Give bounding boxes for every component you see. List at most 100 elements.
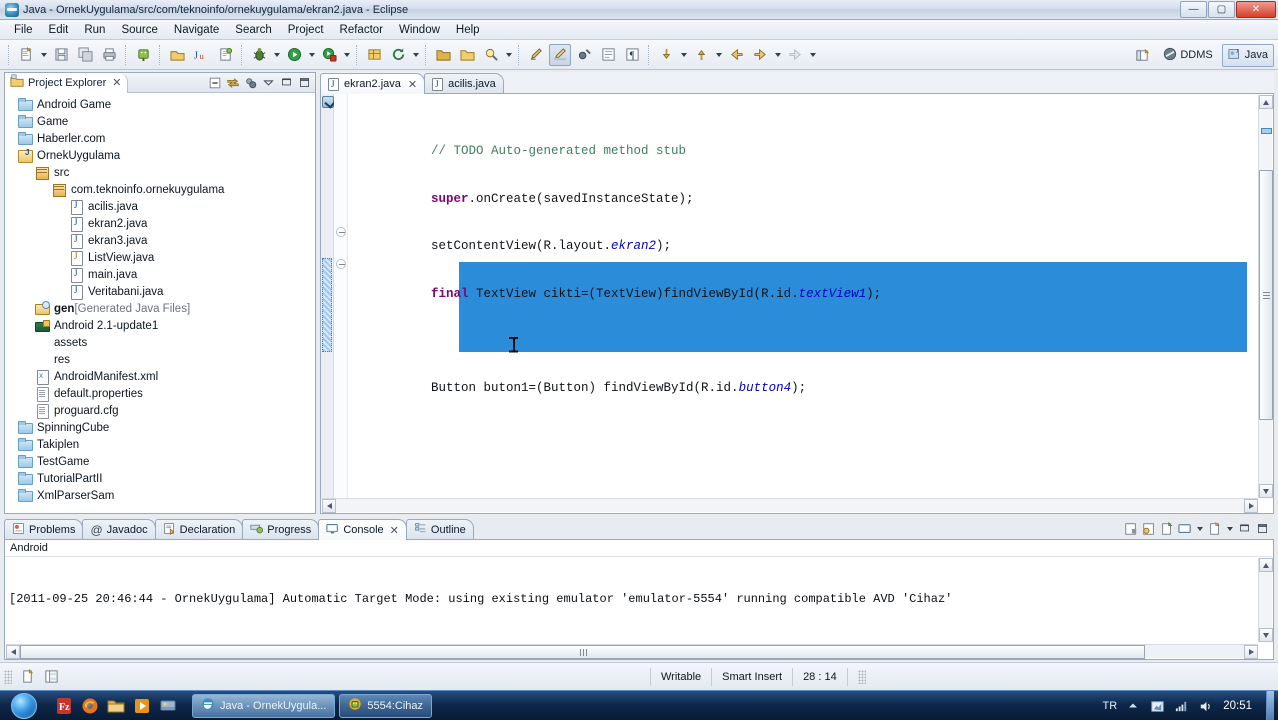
task-emulator[interactable]: 5554:Cihaz (339, 693, 433, 718)
menu-refactor[interactable]: Refactor (332, 22, 391, 38)
save-all-icon[interactable] (74, 44, 96, 66)
tab-progress[interactable]: Progress (242, 519, 320, 540)
tree-item-proguard-cfg[interactable]: proguard.cfg (5, 402, 315, 419)
close-icon[interactable]: ✕ (408, 78, 417, 91)
menu-window[interactable]: Window (391, 22, 448, 38)
display-selected-console-icon[interactable] (1177, 521, 1192, 536)
new-icon[interactable] (15, 44, 37, 66)
toggle-mark-occurrences-icon[interactable] (549, 43, 571, 66)
editor-horizontal-scrollbar[interactable] (322, 498, 1258, 513)
tree-item-main-java[interactable]: main.java (5, 266, 315, 283)
show-whitespace-icon[interactable] (597, 44, 619, 66)
open-resource-icon[interactable] (432, 44, 454, 66)
scroll-up-icon[interactable] (1259, 95, 1273, 109)
pilcrow-icon[interactable]: ¶ (621, 44, 643, 66)
tab-ekran2-java[interactable]: ekran2.java ✕ (320, 73, 426, 94)
scroll-left-icon[interactable] (6, 645, 20, 659)
vertical-scroll-thumb[interactable] (1259, 170, 1273, 420)
open-folder-icon[interactable] (456, 44, 478, 66)
menu-navigate[interactable]: Navigate (166, 22, 227, 38)
open-console-icon[interactable] (1207, 521, 1222, 536)
fold-marker-icon[interactable] (336, 227, 346, 237)
filezilla-icon[interactable]: Fz (52, 694, 76, 718)
new-android-xml-icon[interactable] (214, 44, 236, 66)
clear-console-icon[interactable] (1159, 521, 1174, 536)
tab-project-explorer[interactable]: Project Explorer ✕ (5, 72, 129, 93)
new-dropdown-arrow[interactable] (38, 44, 49, 66)
tree-item-ekran3-java[interactable]: ekran3.java (5, 232, 315, 249)
new-junit-test-icon[interactable]: Ju (190, 44, 212, 66)
tree-item-listview-java[interactable]: ListView.java (5, 249, 315, 266)
scroll-down-icon[interactable] (1259, 628, 1273, 642)
tab-console[interactable]: Console ✕ (318, 519, 407, 540)
open-type-icon[interactable] (166, 44, 188, 66)
menu-project[interactable]: Project (280, 22, 332, 38)
tab-javadoc[interactable]: @ Javadoc (82, 519, 156, 540)
menu-help[interactable]: Help (448, 22, 488, 38)
link-with-editor-icon[interactable] (225, 75, 240, 90)
fold-marker-icon[interactable] (336, 259, 346, 269)
open-console-dropdown-arrow[interactable] (1225, 522, 1234, 536)
external-tools-dropdown-arrow[interactable] (341, 44, 352, 66)
tree-item-ornekuygulama[interactable]: OrnekUygulama (5, 147, 315, 164)
console-vertical-scrollbar[interactable] (1258, 558, 1273, 642)
show-desktop-icon[interactable] (156, 694, 180, 718)
tab-outline[interactable]: Outline (405, 519, 474, 540)
todo-marker-icon[interactable] (322, 96, 334, 108)
forward-disabled-icon[interactable] (784, 44, 806, 66)
network-icon[interactable] (1173, 698, 1189, 714)
previous-annotation-dropdown-arrow[interactable] (713, 44, 724, 66)
back-icon[interactable] (725, 44, 747, 66)
tree-item-android-2-1-update1[interactable]: Android 2.1-update1 (5, 317, 315, 334)
scroll-right-icon[interactable] (1244, 499, 1258, 513)
tab-problems[interactable]: Problems (4, 519, 84, 540)
show-desktop-button[interactable] (1266, 691, 1274, 720)
forward-disabled-dropdown-arrow[interactable] (807, 44, 818, 66)
menu-source[interactable]: Source (113, 22, 165, 38)
open-perspective-icon[interactable] (1131, 44, 1153, 66)
editor-layout-icon[interactable] (42, 668, 60, 686)
refresh-icon[interactable] (387, 44, 409, 66)
perspective-java[interactable]: J Java (1221, 43, 1274, 67)
editor-gutter[interactable] (321, 94, 334, 499)
remove-all-terminated-icon[interactable] (1141, 521, 1156, 536)
explorer-icon[interactable] (104, 694, 128, 718)
close-icon[interactable]: ✕ (112, 76, 121, 89)
forward-icon[interactable] (749, 44, 771, 66)
android-sdk-manager-icon[interactable] (132, 44, 154, 66)
menu-run[interactable]: Run (76, 22, 113, 38)
menu-file[interactable]: File (6, 22, 41, 38)
scroll-right-icon[interactable] (1244, 645, 1258, 659)
tab-acilis-java[interactable]: acilis.java (424, 73, 504, 94)
minimize-panel-icon[interactable] (1237, 521, 1252, 536)
debug-dropdown-arrow[interactable] (271, 44, 282, 66)
language-indicator[interactable]: TR (1103, 700, 1118, 712)
volume-icon[interactable] (1197, 698, 1213, 714)
editor-folding-ruler[interactable] (334, 94, 348, 499)
run-dropdown-arrow[interactable] (306, 44, 317, 66)
tree-item-assets[interactable]: assets (5, 334, 315, 351)
firefox-icon[interactable] (78, 694, 102, 718)
horizontal-scroll-thumb[interactable] (20, 645, 1145, 659)
close-button[interactable]: ✕ (1236, 1, 1276, 18)
external-tools-icon[interactable] (318, 44, 340, 66)
tree-item-acilis-java[interactable]: acilis.java (5, 198, 315, 215)
maximize-view-icon[interactable] (297, 75, 312, 90)
new-smart-insert-icon[interactable] (18, 668, 36, 686)
tree-item-tutorialpartii[interactable]: TutorialPartII (5, 470, 315, 487)
media-player-icon[interactable] (130, 694, 154, 718)
search-dropdown-arrow[interactable] (503, 44, 514, 66)
collapse-all-icon[interactable] (207, 75, 222, 90)
terminate-icon[interactable] (1123, 521, 1138, 536)
scroll-left-icon[interactable] (322, 499, 336, 513)
debug-icon[interactable] (248, 44, 270, 66)
console-horizontal-scrollbar[interactable] (6, 644, 1258, 659)
next-annotation-dropdown-arrow[interactable] (678, 44, 689, 66)
scroll-down-icon[interactable] (1259, 484, 1273, 498)
menu-search[interactable]: Search (227, 22, 279, 38)
maximize-panel-icon[interactable] (1255, 521, 1270, 536)
code-text[interactable]: // TODO Auto-generated method stub super… (349, 94, 1247, 499)
task-eclipse[interactable]: Java - OrnekUygula... (192, 693, 336, 718)
tree-item-android-game[interactable]: Android Game (5, 96, 315, 113)
tree-item-veritabani-java[interactable]: Veritabani.java (5, 283, 315, 300)
